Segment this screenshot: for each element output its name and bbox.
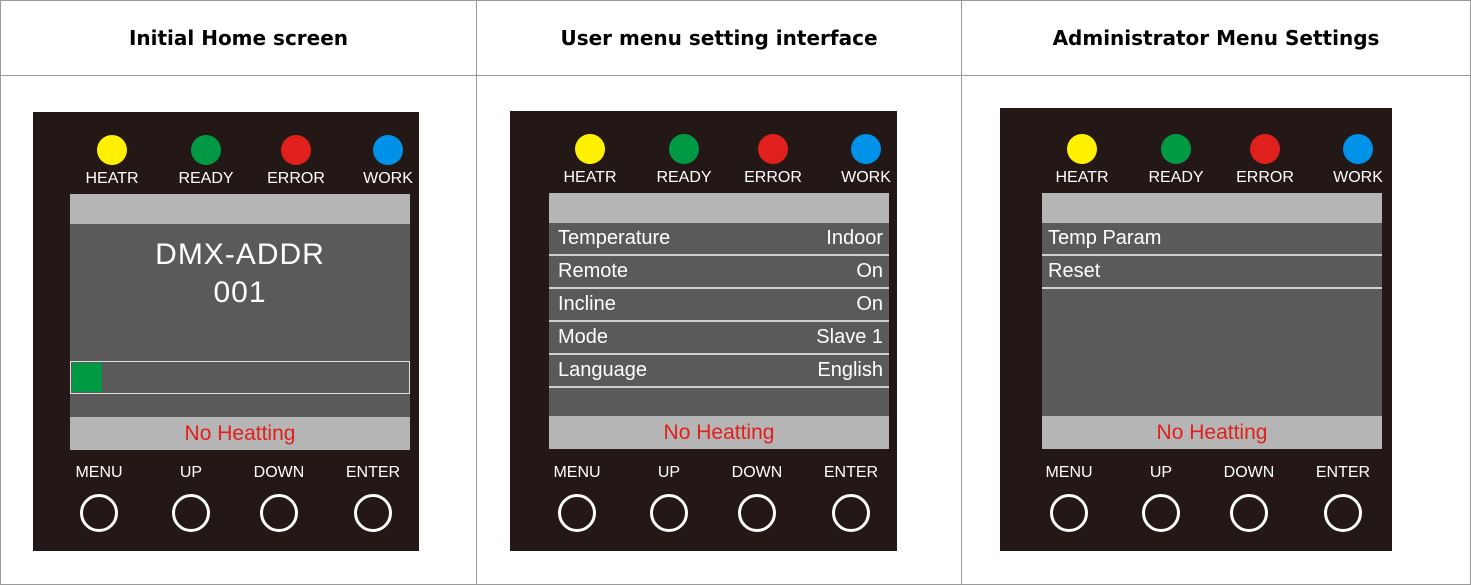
menu-item-incline[interactable]: Incline On — [549, 289, 889, 322]
enter-button[interactable] — [1324, 494, 1362, 532]
status-text: No Heatting — [549, 416, 889, 449]
column-header-home: Initial Home screen — [128, 26, 349, 50]
work-label: WORK — [363, 170, 413, 187]
enter-button[interactable] — [832, 494, 870, 532]
error-label: ERROR — [744, 169, 802, 186]
menu-item-label: Language — [558, 359, 647, 381]
ready-led-icon — [191, 135, 221, 165]
menu-item-temp-param[interactable]: Temp Param — [1042, 223, 1382, 256]
menu-item-language[interactable]: Language English — [549, 355, 889, 388]
device-panel-user-menu: HEATR READY ERROR WORK Temperature Indoo… — [510, 111, 897, 551]
down-button-label: DOWN — [731, 464, 783, 481]
menu-button-label: MENU — [553, 464, 601, 481]
up-button[interactable] — [172, 494, 210, 532]
menu-button[interactable] — [80, 494, 118, 532]
screen-title-bar — [1042, 193, 1382, 223]
enter-button-label: ENTER — [823, 464, 879, 481]
device-panel-admin-menu: HEATR READY ERROR WORK Temp Param Reset … — [1000, 108, 1392, 551]
up-button[interactable] — [650, 494, 688, 532]
menu-item-value: English — [817, 359, 883, 381]
down-button[interactable] — [738, 494, 776, 532]
menu-item-mode[interactable]: Mode Slave 1 — [549, 322, 889, 355]
error-led-icon — [1250, 134, 1280, 164]
work-led-icon — [851, 134, 881, 164]
ready-label: READY — [178, 170, 234, 187]
menu-item-remote[interactable]: Remote On — [549, 256, 889, 289]
menu-button[interactable] — [1050, 494, 1088, 532]
lcd-screen: Temperature Indoor Remote On Incline On … — [549, 193, 889, 449]
menu-item-label: Temperature — [558, 227, 671, 249]
error-label: ERROR — [1236, 169, 1294, 186]
menu-item-value: On — [856, 293, 883, 315]
dmx-address-value: 001 — [213, 276, 267, 309]
menu-item-temperature[interactable]: Temperature Indoor — [549, 223, 889, 256]
column-divider — [961, 1, 962, 584]
error-led-icon — [758, 134, 788, 164]
work-led-icon — [373, 135, 403, 165]
menu-button[interactable] — [558, 494, 596, 532]
work-led-icon — [1343, 134, 1373, 164]
down-button[interactable] — [1230, 494, 1268, 532]
lcd-screen: Temp Param Reset No Heatting — [1042, 193, 1382, 449]
heating-progress-bar — [70, 361, 410, 394]
ready-led-icon — [669, 134, 699, 164]
menu-item-label: Incline — [558, 293, 616, 315]
up-button[interactable] — [1142, 494, 1180, 532]
ready-led-icon — [1161, 134, 1191, 164]
enter-button-label: ENTER — [1315, 464, 1371, 481]
enter-button-label: ENTER — [345, 464, 401, 481]
menu-item-reset[interactable]: Reset — [1042, 256, 1382, 289]
heatr-led-icon — [1067, 134, 1097, 164]
up-button-label: UP — [179, 464, 203, 481]
status-text: No Heatting — [1042, 416, 1382, 449]
work-label: WORK — [1333, 169, 1383, 186]
dmx-address-title: DMX-ADDR — [155, 238, 325, 271]
enter-button[interactable] — [354, 494, 392, 532]
error-led-icon — [281, 135, 311, 165]
heatr-label: HEATR — [563, 169, 617, 186]
heatr-led-icon — [575, 134, 605, 164]
device-panel-home: HEATR READY ERROR WORK DMX-ADDR 001 No H… — [33, 112, 419, 551]
screen-title-bar — [70, 194, 410, 224]
menu-item-value: On — [856, 260, 883, 282]
heatr-label: HEATR — [85, 170, 139, 187]
screen-title-bar — [549, 193, 889, 223]
menu-item-label: Temp Param — [1048, 227, 1162, 249]
up-button-label: UP — [1149, 464, 1173, 481]
menu-button-label: MENU — [75, 464, 123, 481]
error-label: ERROR — [267, 170, 325, 187]
heatr-label: HEATR — [1055, 169, 1109, 186]
lcd-screen: DMX-ADDR 001 No Heatting — [70, 194, 410, 450]
down-button-label: DOWN — [1223, 464, 1275, 481]
down-button[interactable] — [260, 494, 298, 532]
menu-item-value: Slave 1 — [816, 326, 883, 348]
column-header-user-menu: User menu setting interface — [560, 26, 878, 50]
menu-item-label: Mode — [558, 326, 609, 348]
menu-item-label: Reset — [1048, 260, 1101, 282]
status-text: No Heatting — [70, 417, 410, 450]
down-button-label: DOWN — [253, 464, 305, 481]
up-button-label: UP — [657, 464, 681, 481]
work-label: WORK — [841, 169, 891, 186]
heatr-led-icon — [97, 135, 127, 165]
progress-fill — [72, 363, 102, 392]
ready-label: READY — [656, 169, 712, 186]
ready-label: READY — [1148, 169, 1204, 186]
column-header-admin-menu: Administrator Menu Settings — [1052, 26, 1380, 50]
menu-button-label: MENU — [1045, 464, 1093, 481]
menu-item-value: Indoor — [826, 227, 883, 249]
column-divider — [476, 1, 477, 584]
menu-item-label: Remote — [558, 260, 629, 282]
